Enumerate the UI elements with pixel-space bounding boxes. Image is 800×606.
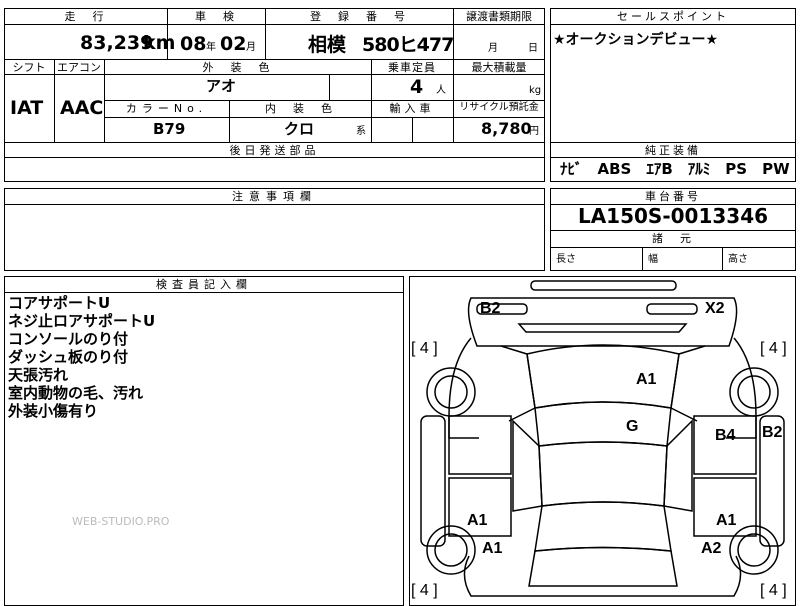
inspection-header: 車 検 bbox=[195, 10, 237, 23]
rear-right-wheel bbox=[729, 525, 779, 575]
exterior-color-value: アオ bbox=[206, 77, 237, 95]
deadline-month: 月 bbox=[488, 43, 498, 54]
dimensions-header: 諸 元 bbox=[652, 232, 694, 245]
length-label: 長さ bbox=[556, 254, 576, 265]
later-parts-header: 後日発送部品 bbox=[229, 144, 320, 157]
plate-number: 580ヒ477 bbox=[362, 34, 454, 56]
inspection-month-unit: 月 bbox=[246, 42, 256, 53]
sales-point-value: ★オークションデビュー★ bbox=[553, 32, 719, 48]
transfer-deadline-header: 譲渡書類期限 bbox=[466, 10, 532, 23]
inspection-year: 08 bbox=[180, 33, 207, 55]
mark-g-center: G bbox=[626, 418, 639, 435]
interior-color-suffix: 系 bbox=[356, 126, 366, 137]
import-header: 輸入車 bbox=[389, 102, 435, 115]
mark-b2-top: B2 bbox=[480, 300, 501, 317]
inspector-notes-list: コアサポートU ネジ止ロアサポートU コンソールのり付 ダッシュ板のり付 天張汚… bbox=[8, 294, 155, 420]
car-diagram bbox=[420, 280, 785, 597]
inspector-note: 室内動物の毛、汚れ bbox=[8, 384, 144, 402]
inspection-year-unit: 年 bbox=[206, 42, 216, 53]
max-load-header: 最大積載量 bbox=[471, 61, 527, 74]
mileage-unit: km bbox=[143, 32, 176, 54]
shift-header: シフト bbox=[12, 61, 46, 74]
registration-header: 登 録 番 号 bbox=[310, 10, 408, 23]
rear-left-wheel bbox=[426, 525, 476, 575]
mark-a1-right-door: A1 bbox=[716, 512, 737, 529]
mark-a1-left-door: A1 bbox=[467, 512, 488, 529]
mileage-header: 走 行 bbox=[64, 10, 107, 23]
plate-region: 相模 bbox=[308, 34, 347, 56]
left-a-pillar bbox=[500, 345, 536, 422]
chassis-header: 車台番号 bbox=[645, 190, 701, 203]
right-front-door bbox=[693, 415, 757, 475]
capacity-value: 4 bbox=[410, 76, 424, 98]
inspection-month: 02 bbox=[220, 33, 247, 55]
watermark: WEB-STUDIO.PRO bbox=[72, 515, 170, 528]
left-front-door bbox=[448, 415, 512, 475]
mark-b2-right: B2 bbox=[762, 424, 783, 441]
mark-b4-right: B4 bbox=[715, 427, 736, 444]
inspector-note: コンソールのり付 bbox=[8, 330, 129, 348]
shift-value: IAT bbox=[10, 97, 44, 119]
inspector-note: 外装小傷有り bbox=[8, 402, 99, 420]
capacity-unit: 人 bbox=[436, 85, 446, 96]
right-a-pillar bbox=[670, 345, 706, 422]
width-label: 幅 bbox=[648, 254, 658, 265]
mark-a2-right-rear: A2 bbox=[701, 540, 722, 557]
interior-color-header: 内 装 色 bbox=[265, 102, 335, 115]
inspector-header: 検査員記入欄 bbox=[156, 278, 252, 291]
mark-a1-left-rear: A1 bbox=[482, 540, 503, 557]
mark-tire-rear-left: [ 4 ] bbox=[411, 582, 438, 599]
sales-point-header: セールスポイント bbox=[617, 10, 729, 23]
color-no-value: B79 bbox=[153, 120, 186, 138]
max-load-unit: kg bbox=[529, 85, 542, 96]
chassis-number: LA150S-0013346 bbox=[577, 204, 769, 228]
front-bumper bbox=[530, 280, 677, 291]
inspector-note: コアサポートU bbox=[8, 294, 111, 312]
roof bbox=[534, 401, 672, 447]
aircon-header: エアコン bbox=[57, 61, 101, 74]
aircon-value: AAC bbox=[60, 97, 104, 119]
recycle-value: 8,780 bbox=[481, 119, 532, 138]
deadline-day: 日 bbox=[528, 43, 538, 54]
rear-window bbox=[534, 501, 672, 552]
mark-tire-rear-right: [ 4 ] bbox=[760, 582, 787, 599]
grille bbox=[517, 323, 688, 333]
right-headlight bbox=[646, 303, 698, 315]
exterior-color-header: 外 装 色 bbox=[202, 61, 273, 74]
mark-tire-front-right: [ 4 ] bbox=[760, 340, 787, 357]
capacity-header: 乗車定員 bbox=[388, 61, 436, 74]
interior-color-value: クロ bbox=[284, 120, 315, 138]
notes-header: 注意事項欄 bbox=[232, 190, 317, 203]
trunk bbox=[528, 546, 678, 587]
inspector-note: ネジ止ロアサポートU bbox=[8, 312, 156, 330]
inspector-note: 天張汚れ bbox=[8, 366, 69, 384]
color-no-header: カラーNo. bbox=[125, 102, 208, 115]
recycle-header: リサイクル預託金 bbox=[459, 102, 539, 113]
height-label: 高さ bbox=[728, 254, 748, 265]
recycle-unit: 円 bbox=[529, 126, 539, 137]
mark-a1-roof: A1 bbox=[636, 371, 657, 388]
mark-tire-front-left: [ 4 ] bbox=[411, 340, 438, 357]
standard-equipment-header: 純正装備 bbox=[645, 144, 701, 157]
inspector-note: ダッシュ板のり付 bbox=[8, 348, 129, 366]
center-panel bbox=[538, 441, 668, 507]
rear-bumper bbox=[463, 555, 742, 597]
mark-x2-top: X2 bbox=[705, 300, 725, 317]
standard-equipment-value: ﾅﾋﾞ ABS ｴｱB ｱﾙﾐ PS PW bbox=[560, 160, 790, 178]
left-door-side bbox=[420, 415, 446, 547]
